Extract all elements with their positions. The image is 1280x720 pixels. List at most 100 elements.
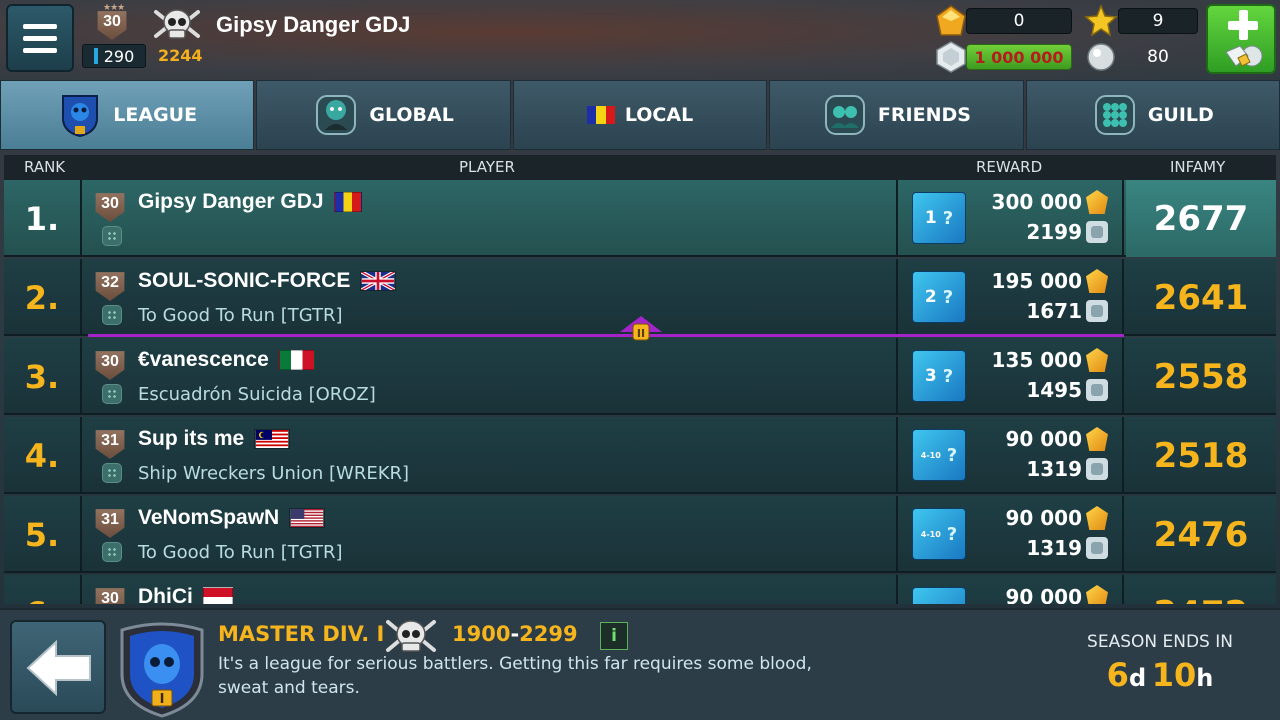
romania-flag-icon [333,192,362,212]
xp-box: 290 [82,44,146,68]
reward-gold: 300 000 [992,190,1108,214]
season-countdown: 6d 10h [1060,656,1260,694]
chest-rank: 4-10 [920,450,941,460]
reward-silver-value: 1671 [1026,299,1082,323]
xp-bar-icon [93,48,98,64]
table-header: RANK PLAYER REWARD INFAMY [4,155,1276,180]
friends-icon [824,95,865,135]
reward-silver: 1319 [1026,457,1108,481]
row-level: 31 [95,430,125,459]
gold-gem-icon [1086,269,1108,293]
tab-guild[interactable]: GUILD [1025,80,1280,150]
reward-silver-value: 1495 [1026,378,1082,402]
row-reward-cell: 4-10? 90 000 1319 [900,496,1124,573]
reward-gold: 90 000 [1005,585,1108,604]
reward-chest-icon[interactable]: 4-10? [912,587,966,604]
league-shield-icon [62,95,99,138]
silver-gem-icon [936,41,966,73]
row-infamy: 2472 [1126,575,1276,605]
row-player-cell: 30 DhiCi [84,575,898,604]
gold-value: 0 [1013,11,1025,31]
chest-rank: 4-10 [920,529,941,539]
table-row[interactable]: 1. 30 Gipsy Danger GDJ 1? 300 000 2199 2… [4,180,1276,257]
gem-offer-button[interactable]: 1 000 000 [966,44,1072,70]
silver-gem-icon [1086,221,1108,243]
reward-column-header: REWARD [976,158,1043,176]
global-trophy-icon [316,95,357,135]
silver-gem-icon [1086,300,1108,322]
row-level-badge: 30 [92,346,128,380]
back-button[interactable] [10,620,106,714]
row-guild-name[interactable]: Escuadrón Suicida [OROZ] [138,384,376,405]
row-player-cell: 31 Sup its me Ship Wreckers Union [WREKR… [84,417,898,494]
range-high: 2299 [519,622,578,646]
row-rank: 1. [4,180,82,257]
reward-silver-value: 1319 [1026,457,1082,481]
row-level-badge: 30 [92,583,128,604]
league-info-panel: I MASTER DIV. I 1900-2299 i It's a leagu… [0,608,1280,720]
info-button[interactable]: i [600,622,628,650]
row-player-cell: 30 Gipsy Danger GDJ [84,180,898,257]
chest-question-icon: ? [942,365,954,387]
row-guild-name[interactable]: Ship Wreckers Union [WREKR] [138,463,409,484]
chest-rank: 1 [924,208,937,228]
table-row[interactable]: 6. 30 DhiCi 4-10? 90 000 2472 [4,575,1276,604]
menu-button[interactable] [6,4,74,72]
table-row[interactable]: 3. 30 €vanescence Escuadrón Suicida [ORO… [4,338,1276,415]
reward-chest-icon[interactable]: 4-10? [912,429,966,481]
league-emblem-icon: I [120,622,204,718]
menu-icon-line [23,23,57,29]
guild-icon [102,226,122,246]
row-rank: 3. [4,338,82,415]
chest-question-icon: ? [947,603,957,605]
chest-question-icon: ? [942,207,954,229]
table-row[interactable]: 5. 31 VeNomSpawN To Good To Run [TGTR] 4… [4,496,1276,573]
division-title: MASTER DIV. I [218,622,385,646]
stars-counter: 9 [1118,8,1198,34]
indonesia-flag-icon [202,587,233,604]
reward-chest-icon[interactable]: 1? [912,192,966,244]
row-infamy: 2476 [1153,514,1249,555]
row-player-name-line: VeNomSpawN [138,506,326,530]
row-level: 31 [95,509,125,538]
row-player-name-line: DhiCi [138,585,233,604]
row-guild-name[interactable]: To Good To Run [TGTR] [138,305,343,326]
row-guild-name[interactable]: To Good To Run [TGTR] [138,542,343,563]
tab-local[interactable]: LOCAL [512,80,768,150]
row-reward-cell: 4-10? 90 000 1319 [900,417,1124,494]
chest-question-icon: ? [946,444,958,466]
row-level: 30 [95,193,125,222]
silver-gem-icon [1086,458,1108,480]
malaysia-flag-icon [254,429,291,449]
gold-gem-icon [1086,585,1108,604]
tab-global[interactable]: GLOBAL [256,80,511,150]
pearl-icon [1087,43,1115,71]
leaderboard-list[interactable]: 1. 30 Gipsy Danger GDJ 1? 300 000 2199 2… [4,180,1276,604]
tab-league[interactable]: LEAGUE [0,80,255,150]
xp-value: 290 [103,46,135,66]
reward-chest-icon[interactable]: 2? [912,271,966,323]
reward-gold-value: 135 000 [991,348,1082,372]
row-infamy: 2518 [1153,435,1249,476]
row-level-badge: 32 [92,267,128,301]
row-player-name-line: Sup its me [138,427,291,451]
table-row[interactable]: 4. 31 Sup its me Ship Wreckers Union [WR… [4,417,1276,494]
row-player-name-line: €vanescence [138,348,315,372]
gold-counter: 0 [966,8,1072,34]
shop-button[interactable] [1206,4,1276,74]
reward-chest-icon[interactable]: 3? [912,350,966,402]
row-player-cell: 32 SOUL-SONIC-FORCE To Good To Run [TGTR… [84,259,898,336]
row-rank: 5. [4,496,82,573]
guild-icon [102,305,122,325]
reward-chest-icon[interactable]: 4-10? [912,508,966,560]
row-reward-cell: 4-10? 90 000 [900,575,1124,604]
top-bar: ★★★ 30 290 Gipsy Danger GDJ 2244 0 9 1 0… [0,0,1280,80]
gold-gem-icon [1086,506,1108,530]
reward-gold: 135 000 [992,348,1108,372]
row-player-name-line: SOUL-SONIC-FORCE [138,269,397,293]
tab-friends[interactable]: FRIENDS [769,80,1024,150]
row-player-name: Gipsy Danger GDJ [138,190,324,213]
gold-gem-icon [1086,427,1108,451]
row-infamy: 2641 [1153,277,1249,318]
tab-label: LOCAL [624,104,694,126]
